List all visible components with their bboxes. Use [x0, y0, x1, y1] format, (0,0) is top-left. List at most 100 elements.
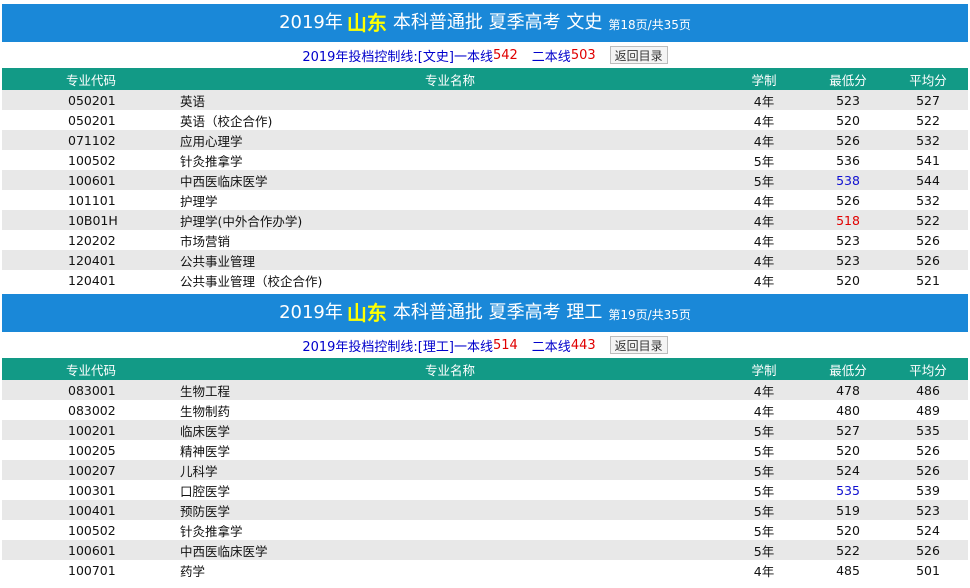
table-row: 101101 护理学 4年 526 532: [2, 190, 968, 210]
cell-years: 5年: [753, 173, 775, 189]
line1-value: 542: [492, 47, 518, 63]
cell-avg-score: 522: [916, 112, 940, 128]
cell-years: 4年: [753, 113, 775, 129]
cell-avg-score: 486: [916, 382, 940, 398]
cell-years: 4年: [753, 233, 775, 249]
cell-min-score: 518: [836, 212, 860, 228]
title-batch: 本科普通批 夏季高考 理工: [392, 302, 603, 323]
back-to-index-button[interactable]: 返回目录: [609, 46, 668, 64]
cell-years: 5年: [753, 423, 775, 439]
table-row: 120202 市场营销 4年 523 526: [2, 230, 968, 250]
cell-code: 120202: [68, 232, 116, 248]
cell-min-score: 524: [836, 462, 860, 478]
cell-code: 10B01H: [68, 212, 118, 228]
cell-major-name: 针灸推拿学: [180, 153, 243, 169]
cell-code: 083001: [68, 382, 116, 398]
control-category: [理工]: [417, 339, 454, 355]
cell-avg-score: 523: [916, 502, 940, 518]
cell-code: 100502: [68, 152, 116, 168]
cell-min-score: 520: [836, 112, 860, 128]
cell-min-score: 523: [836, 232, 860, 248]
cell-years: 4年: [753, 563, 775, 579]
cell-major-name: 市场营销: [180, 233, 231, 249]
cell-min-score: 527: [836, 422, 860, 438]
cell-years: 5年: [753, 543, 775, 559]
cell-code: 100207: [68, 462, 116, 478]
header-avg-score: 平均分: [909, 72, 947, 88]
cell-avg-score: 539: [916, 482, 940, 498]
cell-major-name: 生物工程: [180, 383, 231, 399]
cell-avg-score: 501: [916, 562, 940, 578]
cell-avg-score: 526: [916, 462, 940, 478]
table-row: 083001 生物工程 4年 478 486: [2, 380, 968, 400]
header-code: 专业代码: [65, 72, 116, 88]
section-title-bar: 2019年 山东 本科普通批 夏季高考 理工 第19页/共35页: [2, 294, 968, 332]
score-section: 2019年 山东 本科普通批 夏季高考 理工 第19页/共35页 2019年投档…: [0, 294, 970, 580]
control-line: 2019年投档控制线: [文史] 一本线 542 二本线 503 返回目录: [0, 42, 970, 68]
table-row: 100502 针灸推拿学 5年 536 541: [2, 150, 968, 170]
cell-years: 4年: [753, 383, 775, 399]
cell-years: 5年: [753, 483, 775, 499]
cell-code: 101101: [68, 192, 116, 208]
cell-years: 4年: [753, 133, 775, 149]
section-title-bar: 2019年 山东 本科普通批 夏季高考 文史 第18页/共35页: [2, 4, 968, 42]
title-page-info: 第19页/共35页: [608, 308, 691, 322]
cell-min-score: 523: [836, 92, 860, 108]
line2-label: 二本线: [531, 49, 571, 65]
cell-major-name: 中西医临床医学: [180, 543, 268, 559]
table-row: 050201 英语（校企合作) 4年 520 522: [2, 110, 968, 130]
cell-avg-score: 544: [916, 172, 940, 188]
cell-major-name: 生物制药: [180, 403, 231, 419]
page-root: 2019年 山东 本科普通批 夏季高考 文史 第18页/共35页 2019年投档…: [0, 4, 970, 580]
line1-value: 514: [492, 337, 518, 353]
header-code: 专业代码: [65, 362, 116, 378]
cell-years: 5年: [753, 463, 775, 479]
control-line: 2019年投档控制线: [理工] 一本线 514 二本线 443 返回目录: [0, 332, 970, 358]
cell-major-name: 儿科学: [180, 463, 218, 479]
title-year: 2019年: [279, 302, 343, 323]
cell-years: 4年: [753, 403, 775, 419]
cell-min-score: 526: [836, 192, 860, 208]
cell-min-score: 522: [836, 542, 860, 558]
table-row: 100401 预防医学 5年 519 523: [2, 500, 968, 520]
cell-major-name: 应用心理学: [180, 133, 243, 149]
table-row: 120401 公共事业管理 4年 523 526: [2, 250, 968, 270]
cell-avg-score: 526: [916, 542, 940, 558]
cell-major-name: 英语（校企合作): [180, 113, 273, 129]
table-row: 10B01H 护理学(中外合作办学) 4年 518 522: [2, 210, 968, 230]
cell-min-score: 538: [836, 172, 860, 188]
cell-avg-score: 532: [916, 192, 940, 208]
back-to-index-button[interactable]: 返回目录: [609, 336, 668, 354]
header-avg-score: 平均分: [909, 362, 947, 378]
header-name: 专业名称: [424, 72, 475, 88]
cell-major-name: 中西医临床医学: [180, 173, 268, 189]
cell-min-score: 478: [836, 382, 860, 398]
cell-code: 100401: [68, 502, 116, 518]
cell-avg-score: 535: [916, 422, 940, 438]
cell-code: 100502: [68, 522, 116, 538]
cell-major-name: 英语: [180, 93, 206, 109]
cell-min-score: 520: [836, 272, 860, 288]
title-province: 山东: [346, 11, 387, 35]
cell-years: 4年: [753, 273, 775, 289]
cell-major-name: 药学: [180, 563, 206, 579]
cell-min-score: 520: [836, 522, 860, 538]
cell-min-score: 480: [836, 402, 860, 418]
score-table: 专业代码 专业名称 学制 最低分 平均分 050201 英语 4年 523 527 050…: [2, 68, 968, 290]
cell-min-score: 535: [836, 482, 860, 498]
cell-years: 4年: [753, 213, 775, 229]
cell-years: 4年: [753, 193, 775, 209]
cell-code: 050201: [68, 112, 116, 128]
cell-avg-score: 526: [916, 442, 940, 458]
cell-min-score: 485: [836, 562, 860, 578]
cell-code: 120401: [68, 252, 116, 268]
control-label: 2019年投档控制线:: [302, 339, 418, 355]
cell-major-name: 精神医学: [180, 443, 231, 459]
cell-min-score: 519: [836, 502, 860, 518]
cell-code: 100601: [68, 542, 116, 558]
cell-code: 100205: [68, 442, 116, 458]
cell-code: 100601: [68, 172, 116, 188]
table-row: 100201 临床医学 5年 527 535: [2, 420, 968, 440]
table-header-row: 专业代码 专业名称 学制 最低分 平均分: [2, 358, 968, 380]
cell-major-name: 针灸推拿学: [180, 523, 243, 539]
